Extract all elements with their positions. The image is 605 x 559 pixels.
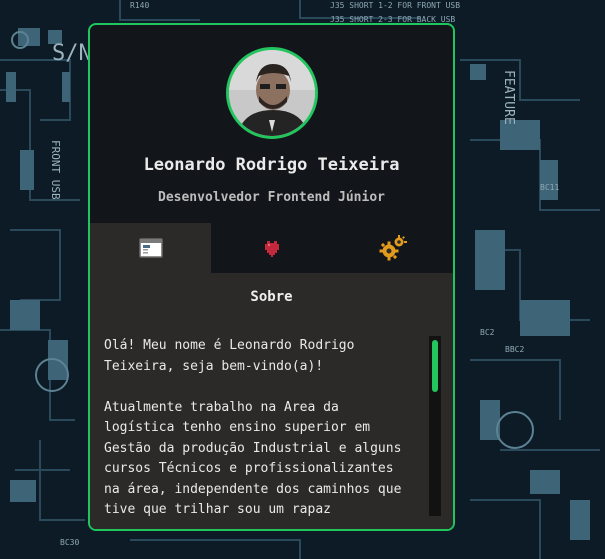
- tab-bar: [90, 223, 453, 273]
- scrollbar-thumb[interactable]: [432, 340, 438, 392]
- profile-role: Desenvolvedor Frontend Júnior: [158, 190, 385, 205]
- heart-icon: [264, 241, 279, 257]
- svg-text:R140: R140: [130, 1, 149, 10]
- svg-text:BBC2: BBC2: [505, 345, 524, 354]
- svg-text:FEATURE: FEATURE: [501, 70, 516, 125]
- tab-skills[interactable]: [332, 223, 453, 273]
- svg-text:S/N: S/N: [52, 41, 92, 66]
- about-panel: Sobre Olá! Meu nome é Leonardo Rodrigo T…: [90, 273, 453, 529]
- svg-text:BC2: BC2: [480, 328, 495, 337]
- svg-text:BC11: BC11: [540, 183, 559, 192]
- tab-interests[interactable]: [211, 223, 332, 273]
- avatar-photo: [229, 50, 315, 136]
- tab-about[interactable]: [90, 223, 211, 273]
- profile-name: Leonardo Rodrigo Teixeira: [143, 155, 400, 175]
- panel-title: Sobre: [250, 289, 293, 305]
- about-text: Olá! Meu nome é Leonardo Rodrigo Teixeir…: [104, 338, 402, 516]
- svg-text:BC30: BC30: [60, 538, 79, 547]
- avatar: [226, 47, 318, 139]
- svg-text:J35 SHORT 1-2 FOR FRONT USB: J35 SHORT 1-2 FOR FRONT USB: [330, 1, 460, 10]
- gears-icon: [379, 235, 407, 261]
- svg-text:FRONT USB: FRONT USB: [49, 140, 62, 200]
- window-icon: [138, 238, 163, 258]
- profile-card: Leonardo Rodrigo Teixeira Desenvolvedor …: [88, 23, 455, 531]
- scrollbar[interactable]: [429, 336, 441, 516]
